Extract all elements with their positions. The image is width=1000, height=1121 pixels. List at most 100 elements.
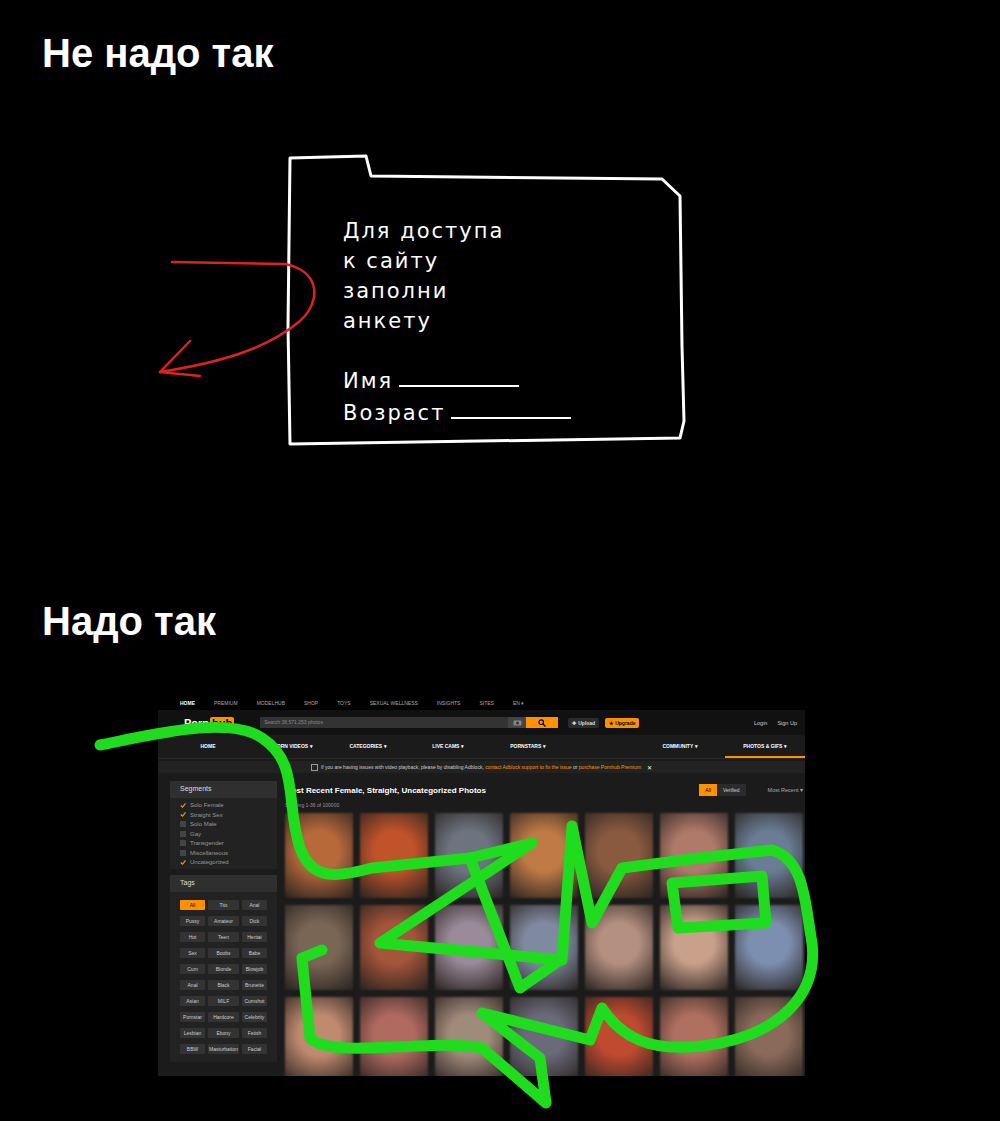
tag[interactable]: Masturbation xyxy=(208,1044,239,1054)
tag[interactable]: Anal xyxy=(180,980,205,990)
checkbox-icon xyxy=(180,850,186,856)
filter-button[interactable]: All xyxy=(699,784,717,796)
tag[interactable]: Sex xyxy=(180,948,205,958)
tag[interactable]: Pussy xyxy=(180,916,205,926)
tag[interactable]: Pornstar xyxy=(180,1012,205,1022)
tag[interactable]: Tits xyxy=(208,900,239,910)
tag[interactable]: Ebony xyxy=(208,1028,239,1038)
sort-dropdown[interactable]: Most Recent ▾ xyxy=(768,787,803,793)
photo-thumbnail[interactable] xyxy=(360,813,428,898)
close-button[interactable]: ✕ xyxy=(647,764,652,771)
main-nav-item[interactable]: PORN VIDEOS ▾ xyxy=(258,735,328,758)
top-nav-item[interactable]: TOYS xyxy=(337,700,351,706)
photo-thumbnail[interactable] xyxy=(285,813,353,898)
header-button[interactable]: ★Upgrade xyxy=(605,718,639,728)
segment-item[interactable]: Solo Male xyxy=(180,821,267,827)
photo-thumbnail[interactable] xyxy=(360,997,428,1076)
photo-thumbnail[interactable] xyxy=(285,997,353,1076)
photo-thumbnail[interactable] xyxy=(660,905,728,990)
main-nav-item[interactable]: CATEGORIES ▾ xyxy=(328,735,408,758)
header-button[interactable]: ✚Upload xyxy=(568,718,599,728)
top-nav-item[interactable]: PREMIUM xyxy=(214,700,238,706)
photo-thumbnail[interactable] xyxy=(735,905,803,990)
main-nav-item[interactable]: PORNSTARS ▾ xyxy=(488,735,568,758)
tag[interactable]: Boobs xyxy=(208,948,239,958)
filter-toggle: AllVerified xyxy=(699,784,745,796)
photo-thumbnail[interactable] xyxy=(360,905,428,990)
form-line: анкету xyxy=(343,306,504,336)
top-nav-item[interactable]: INSIGHTS xyxy=(437,700,461,706)
segment-item[interactable]: Miscellaneous xyxy=(180,850,267,856)
tag[interactable]: Lesbian xyxy=(180,1028,205,1038)
tag[interactable]: Teen xyxy=(208,932,239,942)
account-link[interactable]: Login xyxy=(754,720,767,726)
tag[interactable]: Anal xyxy=(242,900,267,910)
notice-part[interactable]: contact Adblock support to fix the issue xyxy=(485,764,571,770)
top-nav-item[interactable]: MODELHUB xyxy=(257,700,285,706)
photo-thumbnail[interactable] xyxy=(660,813,728,898)
search-input[interactable]: Search 38,571,253 photos xyxy=(260,717,508,728)
photo-thumbnail[interactable] xyxy=(285,905,353,990)
panel-title: Tags xyxy=(170,875,277,892)
tag[interactable]: Hot xyxy=(180,932,205,942)
main-nav-item[interactable]: LIVE CAMS ▾ xyxy=(408,735,488,758)
photo-thumbnail[interactable] xyxy=(435,997,503,1076)
top-nav-item[interactable]: SITES xyxy=(479,700,493,706)
tag[interactable]: Babe xyxy=(242,948,267,958)
main-nav-item[interactable]: COMMUNITY ▾ xyxy=(635,735,725,758)
tag[interactable]: Cumshot xyxy=(242,996,267,1006)
photo-thumbnail[interactable] xyxy=(735,813,803,898)
logo[interactable]: Pornhub xyxy=(184,717,234,729)
main-nav-item[interactable]: PHOTOS & GIFS ▾ xyxy=(725,735,805,758)
top-nav-item[interactable]: HOME xyxy=(180,700,195,706)
photo-thumbnail[interactable] xyxy=(585,997,653,1076)
photo-thumbnail[interactable] xyxy=(510,997,578,1076)
tag[interactable]: Blowjob xyxy=(242,964,267,974)
tag[interactable]: Hardcore xyxy=(208,1012,239,1022)
field-input[interactable] xyxy=(399,385,519,387)
tag[interactable]: Black xyxy=(208,980,239,990)
field-input[interactable] xyxy=(451,417,571,419)
tag[interactable]: Amateur xyxy=(208,916,239,926)
site-header: Pornhub Search 38,571,253 photos ✚Upload ★U… xyxy=(158,710,805,735)
tag[interactable]: All xyxy=(180,900,205,910)
notice-part[interactable]: purchase Pornhub Premium xyxy=(579,764,641,770)
tag[interactable]: Celebrity xyxy=(242,1012,267,1022)
search-bar: Search 38,571,253 photos xyxy=(260,717,558,728)
camera-icon[interactable] xyxy=(508,717,526,728)
tag[interactable]: Facial xyxy=(242,1044,267,1054)
segment-label: Miscellaneous xyxy=(190,850,228,856)
photo-thumbnail[interactable] xyxy=(435,813,503,898)
tag[interactable]: Fetish xyxy=(242,1028,267,1038)
button-icon: ★ xyxy=(609,720,613,726)
photo-thumbnail[interactable] xyxy=(660,997,728,1076)
tag[interactable]: Brunette xyxy=(242,980,267,990)
tag[interactable]: Cum xyxy=(180,964,205,974)
filter-button[interactable]: Verified xyxy=(717,784,746,796)
account-link[interactable]: Sign Up xyxy=(777,720,797,726)
photo-thumbnail[interactable] xyxy=(435,905,503,990)
top-nav-item[interactable]: SEXUAL WELLNESS xyxy=(370,700,418,706)
photo-thumbnail[interactable] xyxy=(510,813,578,898)
photo-thumbnail[interactable] xyxy=(735,997,803,1076)
search-button[interactable] xyxy=(526,717,558,728)
photo-thumbnail[interactable] xyxy=(585,813,653,898)
segment-item[interactable]: Straight Sex xyxy=(180,812,267,818)
photo-thumbnail[interactable] xyxy=(585,905,653,990)
tag[interactable]: MILF xyxy=(208,996,239,1006)
top-nav: HOME PREMIUM MODELHUB SHOP TOYS SEXUAL WELLNE… xyxy=(158,696,805,710)
top-nav-item[interactable]: SHOP xyxy=(304,700,318,706)
heading: Не надо так xyxy=(0,0,1000,76)
main-nav-item[interactable]: HOME xyxy=(158,735,258,758)
tag[interactable]: BBW xyxy=(180,1044,205,1054)
segment-item[interactable]: Gay xyxy=(180,831,267,837)
segment-item[interactable]: Solo Female xyxy=(180,802,267,808)
photo-thumbnail[interactable] xyxy=(510,905,578,990)
tag[interactable]: Hentai xyxy=(242,932,267,942)
top-nav-item[interactable]: EN ▾ xyxy=(513,700,524,706)
tag[interactable]: Dick xyxy=(242,916,267,926)
tag[interactable]: Asian xyxy=(180,996,205,1006)
tag[interactable]: Blonde xyxy=(208,964,239,974)
segment-item[interactable]: Transgender xyxy=(180,840,267,846)
segment-item[interactable]: Uncategorized xyxy=(180,859,267,865)
